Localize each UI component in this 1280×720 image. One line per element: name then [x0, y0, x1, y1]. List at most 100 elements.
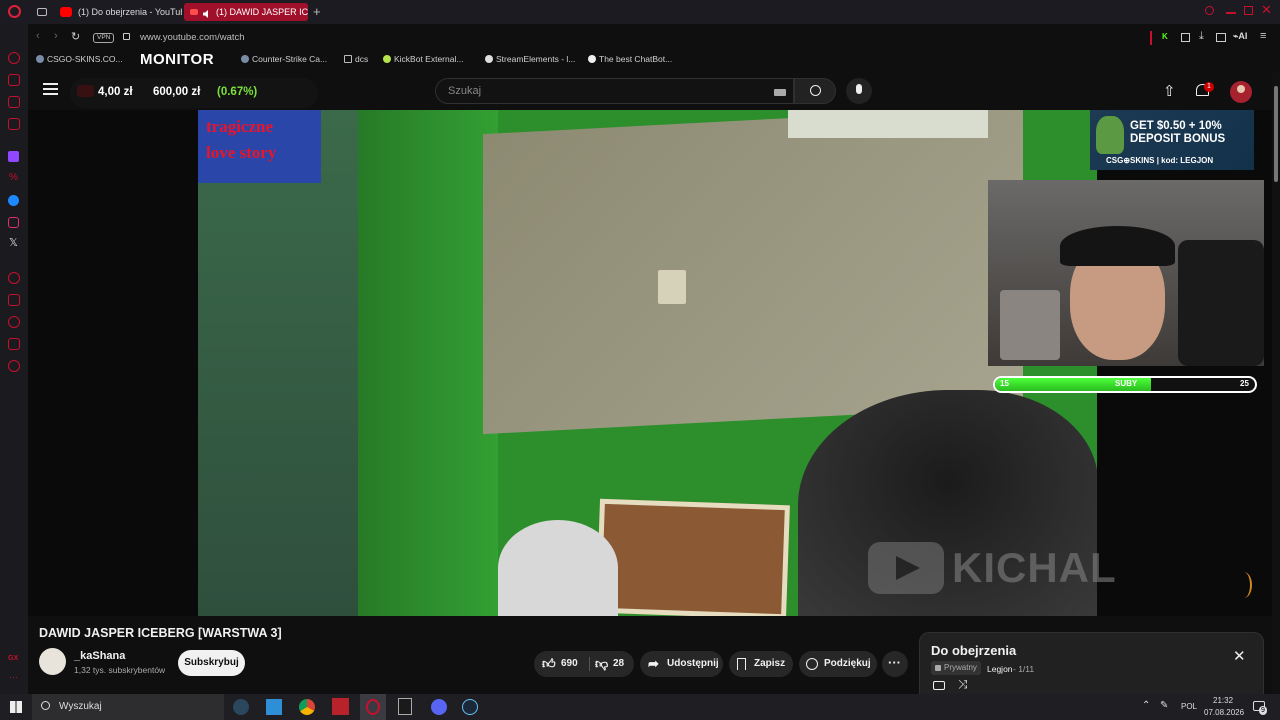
search-button[interactable]: [794, 78, 836, 104]
clock-date[interactable]: 07.08.2026: [1204, 708, 1244, 717]
instagram-icon[interactable]: [8, 217, 19, 228]
save-button[interactable]: Zapisz: [729, 651, 793, 677]
scrollbar-thumb[interactable]: [1274, 86, 1278, 182]
shuffle-icon[interactable]: ⤨: [958, 677, 968, 692]
puzzle-extensions-icon[interactable]: [1181, 33, 1190, 42]
search-tabs-icon[interactable]: [1205, 6, 1214, 15]
vpn-badge[interactable]: VPN: [93, 33, 115, 43]
settings-gear-icon[interactable]: [8, 360, 20, 372]
subscribe-button[interactable]: Subskrybuj: [178, 650, 245, 676]
extensions-icon[interactable]: [8, 338, 20, 350]
tab-do-obejrzenia[interactable]: (1) Do obejrzenia - YouTube: [54, 3, 182, 21]
twitch-icon[interactable]: [8, 151, 19, 162]
voice-search-button[interactable]: [846, 78, 872, 104]
voicemeeter-icon[interactable]: [332, 698, 349, 715]
snapshot-icon[interactable]: [1216, 33, 1226, 42]
address-bar: ‹ › ↻ VPN www.youtube.com/watch K ⤓ ⌁AI …: [28, 28, 1280, 48]
epic-games-icon[interactable]: [398, 698, 412, 715]
channel-avatar[interactable]: [39, 648, 66, 675]
steam-icon[interactable]: [233, 699, 249, 715]
bookmark-csgo-skins[interactable]: CSGO-SKINS.CO...: [36, 54, 123, 64]
minimize-icon[interactable]: [1226, 12, 1236, 14]
playlist-position: - 1/11: [1013, 664, 1035, 674]
speaker-icon[interactable]: [202, 7, 212, 18]
search-field[interactable]: Szukaj: [435, 78, 794, 104]
messenger-icon[interactable]: [8, 195, 19, 206]
discord-icon[interactable]: %: [9, 172, 18, 183]
tab-island-icon[interactable]: [37, 8, 47, 16]
close-window-icon[interactable]: ✕: [1261, 2, 1272, 18]
picture-frame: [788, 110, 988, 138]
hamburger-menu-icon[interactable]: [43, 83, 58, 95]
channel-name[interactable]: _kaShana: [74, 650, 125, 662]
bookmark-counter-strike[interactable]: Counter-Strike Ca...: [241, 54, 327, 64]
like-button[interactable]: 👍︎ 690: [534, 651, 586, 677]
lock-icon[interactable]: [123, 33, 130, 40]
reload-icon[interactable]: ↻: [71, 30, 80, 43]
tab-dawid-jasper[interactable]: (1) DAWID JASPER ICE: [184, 3, 308, 21]
windows-start-icon[interactable]: [10, 701, 22, 713]
clock-time[interactable]: 21:32: [1213, 696, 1233, 705]
playlist-owner[interactable]: Legjon: [987, 664, 1013, 674]
bookmark-kickbot[interactable]: KickBot External...: [383, 54, 463, 64]
back-arrow-icon[interactable]: ‹: [36, 30, 40, 42]
url-field[interactable]: www.youtube.com/watch: [140, 32, 245, 43]
aria-icon[interactable]: [8, 52, 20, 64]
new-tab-plus-icon[interactable]: +: [313, 4, 321, 19]
chrome-icon[interactable]: [299, 699, 315, 715]
like-dislike-group: 👍︎ 690 👎︎ 28: [534, 651, 634, 677]
music-player-icon[interactable]: [8, 272, 20, 284]
sub-goal-label: SUBY: [1115, 379, 1138, 388]
discord-taskbar-icon[interactable]: [431, 699, 447, 715]
language-indicator[interactable]: POL: [1181, 702, 1197, 711]
bookmark-label: dcs: [355, 54, 369, 64]
kick-extension-icon[interactable]: K: [1162, 32, 1168, 41]
history-icon[interactable]: [8, 316, 20, 328]
maximize-icon[interactable]: [1244, 6, 1253, 15]
opera-logo-icon[interactable]: [8, 5, 21, 18]
menu-icon[interactable]: ≡: [1260, 30, 1266, 42]
folder-icon: [344, 55, 352, 63]
pen-icon[interactable]: ✎: [1160, 700, 1168, 711]
thanks-button[interactable]: Podziękuj: [799, 651, 877, 677]
forward-arrow-icon[interactable]: ›: [54, 30, 58, 42]
x-twitter-icon[interactable]: 𝕏: [9, 236, 18, 249]
upload-icon[interactable]: ⇧: [1163, 82, 1176, 100]
gx-corner-icon[interactable]: [8, 96, 20, 108]
privacy-badge: Prywatny: [931, 661, 981, 675]
more-actions-button[interactable]: ···: [882, 651, 908, 677]
bookmark-chatbot[interactable]: The best ChatBot...: [588, 54, 672, 64]
keyboard-icon[interactable]: [774, 89, 786, 96]
search-icon: [810, 85, 821, 96]
avatar-face: [1237, 85, 1245, 93]
book-app-icon[interactable]: [266, 699, 282, 715]
gx-label[interactable]: GX: [8, 655, 18, 662]
bookmark-streamelements[interactable]: StreamElements - l...: [485, 54, 575, 64]
ad-headline: GET $0.50 + 10%: [1130, 120, 1222, 132]
avatar[interactable]: [1230, 81, 1252, 103]
download-icon[interactable]: ⤓: [1199, 30, 1204, 43]
more-dots-icon: ···: [888, 655, 901, 670]
sub-goal-start: 15: [1000, 379, 1009, 388]
video-player[interactable]: tragiczne love story KICHAL GET $0.50 + …: [28, 110, 1272, 616]
share-button[interactable]: ➦ Udostępnij: [640, 651, 723, 677]
dislike-button[interactable]: 👎︎ 28: [590, 651, 634, 677]
more-icon[interactable]: ···: [9, 672, 18, 682]
webcam-shelf: [1000, 290, 1060, 360]
playlist-title[interactable]: Do obejrzenia: [931, 643, 1016, 658]
news-icon[interactable]: [8, 118, 20, 130]
caption-line-2: love story: [206, 143, 277, 162]
webcam-overlay: [988, 180, 1264, 366]
speed-dial-icon[interactable]: [8, 294, 20, 306]
tray-chevron-icon[interactable]: ⌃: [1142, 700, 1150, 711]
taskbar-search[interactable]: Wyszukaj: [32, 694, 224, 720]
opera-gx-taskbar-icon[interactable]: [360, 694, 386, 720]
close-playlist-icon[interactable]: ✕: [1233, 647, 1246, 665]
aria-ai-icon[interactable]: ⌁AI: [1233, 31, 1247, 42]
gx-control-icon[interactable]: [8, 74, 20, 86]
page-scrollbar[interactable]: [1272, 72, 1280, 694]
steam-alt-icon[interactable]: [462, 699, 478, 715]
loop-icon[interactable]: [933, 681, 945, 690]
webcam-cap: [1060, 226, 1175, 266]
bookmark-dcs-folder[interactable]: dcs: [344, 54, 368, 64]
